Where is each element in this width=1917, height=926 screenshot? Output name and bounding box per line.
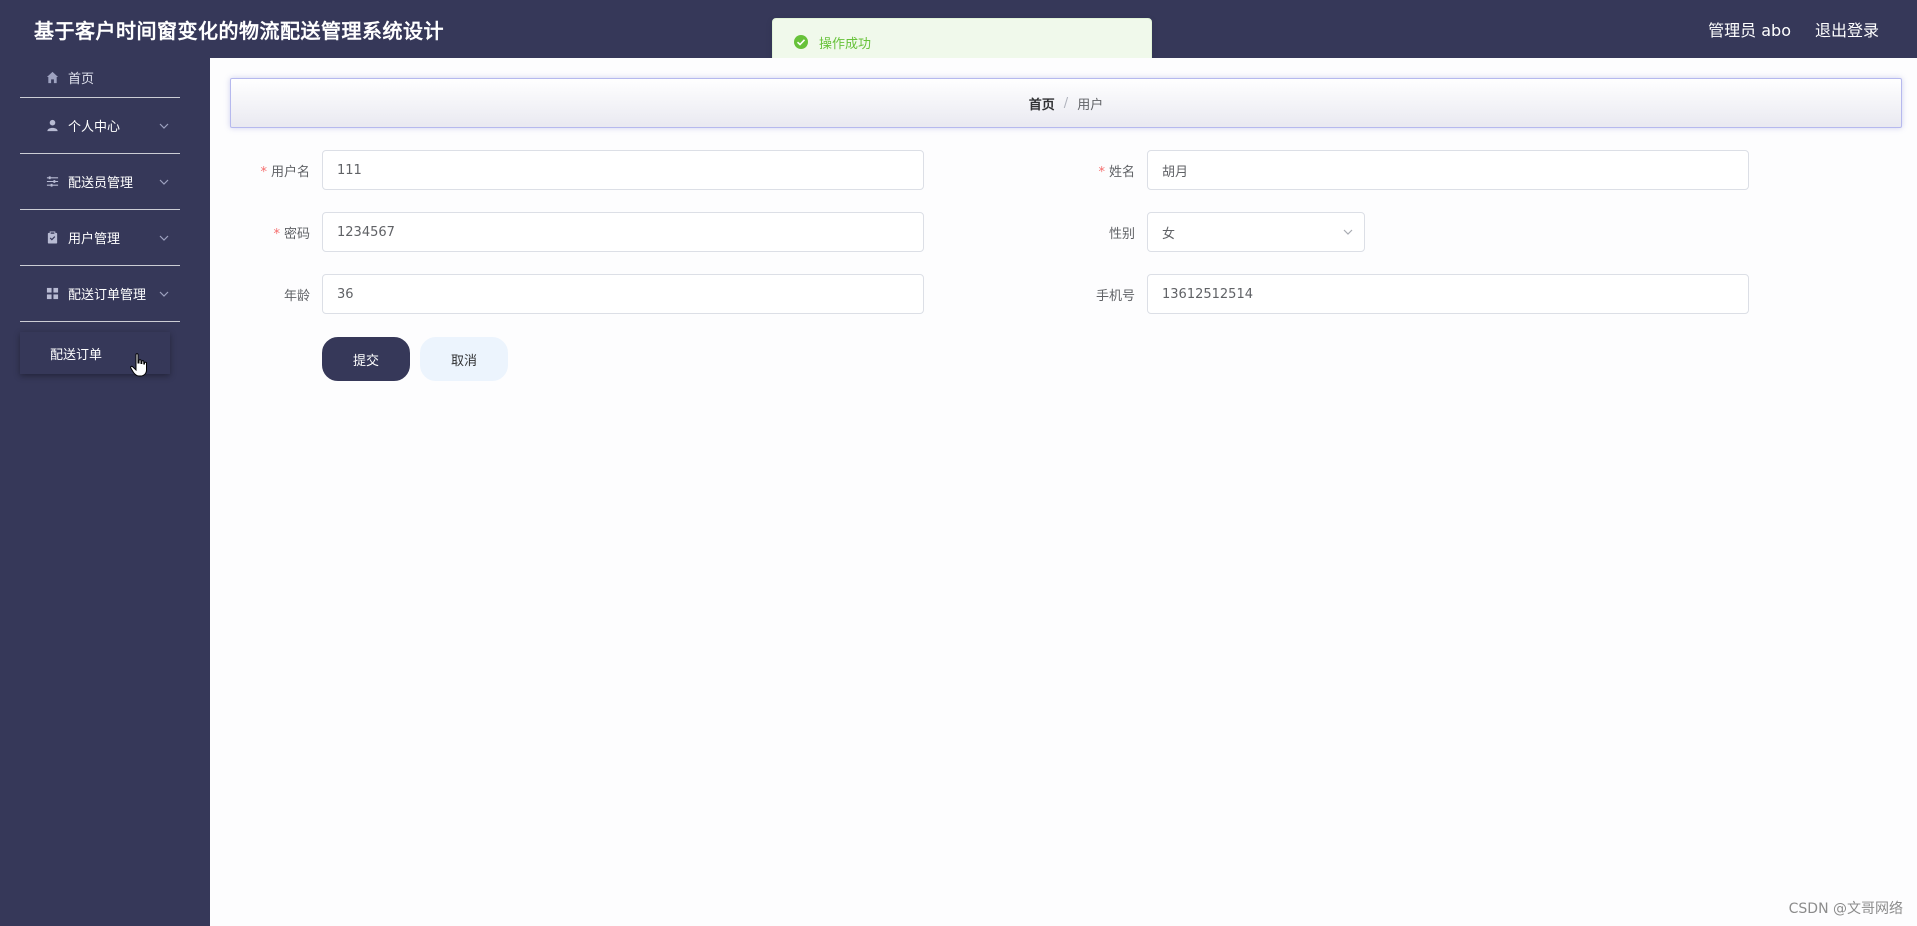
gender-select[interactable]: 女 <box>1147 212 1365 252</box>
main-content: 首页 / 用户 * 用户名 111 * 姓名 胡月 * 密码 1234567 性别 女 <box>210 58 1917 926</box>
chevron-down-icon <box>158 232 170 244</box>
gender-label: 性别 <box>1108 226 1135 242</box>
required-mark: * <box>260 164 267 180</box>
chevron-down-icon <box>158 120 170 132</box>
form-row-username: * 用户名 111 <box>238 150 924 190</box>
breadcrumb-current: 用户 <box>1077 97 1104 113</box>
age-input[interactable]: 36 <box>322 274 924 314</box>
sidebar-item-label: 个人中心 <box>68 120 121 135</box>
submit-button[interactable]: 提交 <box>322 337 410 381</box>
clipboard-icon <box>45 231 59 245</box>
name-label: * 姓名 <box>1063 161 1147 180</box>
gender-selected-value: 女 <box>1162 226 1176 242</box>
phone-input[interactable]: 13612512514 <box>1147 274 1749 314</box>
form-row-phone: 手机号 13612512514 <box>1063 274 1749 314</box>
chevron-down-icon <box>158 288 170 300</box>
home-icon <box>45 71 59 85</box>
breadcrumb-home[interactable]: 首页 <box>1029 94 1055 113</box>
app-title: 基于客户时间窗变化的物流配送管理系统设计 <box>34 18 444 43</box>
chevron-down-icon <box>158 176 170 188</box>
grid-icon <box>45 287 59 301</box>
sidebar-item-label: 配送员管理 <box>68 176 134 191</box>
name-label-text: 姓名 <box>1108 164 1135 180</box>
age-label: 年龄 <box>283 288 310 304</box>
password-label: * 密码 <box>238 223 322 242</box>
sidebar-item-label: 用户管理 <box>68 232 121 247</box>
sidebar-item-personal-center[interactable]: 个人中心 <box>20 98 180 154</box>
breadcrumb: 首页 / 用户 <box>230 78 1902 128</box>
required-mark: * <box>1098 164 1105 180</box>
username-label: * 用户名 <box>238 161 322 180</box>
header-user-area: 管理员 abo 退出登录 <box>1708 17 1879 41</box>
breadcrumb-separator: / <box>1063 95 1069 111</box>
user-icon <box>45 119 59 133</box>
check-circle-icon <box>793 34 809 50</box>
username-input[interactable]: 111 <box>322 150 924 190</box>
username-label-text: 用户名 <box>270 164 310 180</box>
sidebar-item-delivery-order-management[interactable]: 配送订单管理 <box>20 266 180 322</box>
form-row-gender: 性别 女 <box>1063 212 1365 252</box>
submenu-item-label: 配送订单 <box>50 347 103 363</box>
current-user-label: 管理员 abo <box>1708 21 1791 40</box>
logout-link[interactable]: 退出登录 <box>1815 17 1879 41</box>
sidebar-item-label: 配送订单管理 <box>68 288 147 303</box>
sidebar-item-home[interactable]: 首页 <box>20 58 180 98</box>
form-row-age: 年龄 36 <box>238 274 924 314</box>
watermark: CSDN @文哥网络 <box>1788 901 1903 917</box>
form-row-name: * 姓名 胡月 <box>1063 150 1749 190</box>
hand-cursor-icon <box>130 353 148 377</box>
sidebar-item-courier-management[interactable]: 配送员管理 <box>20 154 180 210</box>
phone-label: 手机号 <box>1095 288 1135 304</box>
sidebar-item-label: 首页 <box>68 72 95 87</box>
sidebar-item-user-management[interactable]: 用户管理 <box>20 210 180 266</box>
form-row-password: * 密码 1234567 <box>238 212 924 252</box>
password-label-text: 密码 <box>283 226 310 242</box>
sidebar: 首页 个人中心 配送员管理 用户管理 配送订单管理 配送订单 <box>0 58 210 926</box>
chevron-down-icon <box>1342 226 1354 238</box>
cancel-button[interactable]: 取消 <box>420 337 508 381</box>
app-root: 基于客户时间窗变化的物流配送管理系统设计 管理员 abo 退出登录 操作成功 首… <box>0 0 1917 926</box>
name-input[interactable]: 胡月 <box>1147 150 1749 190</box>
sliders-icon <box>45 175 59 189</box>
password-input[interactable]: 1234567 <box>322 212 924 252</box>
required-mark: * <box>273 226 280 242</box>
toast-message: 操作成功 <box>819 36 872 52</box>
